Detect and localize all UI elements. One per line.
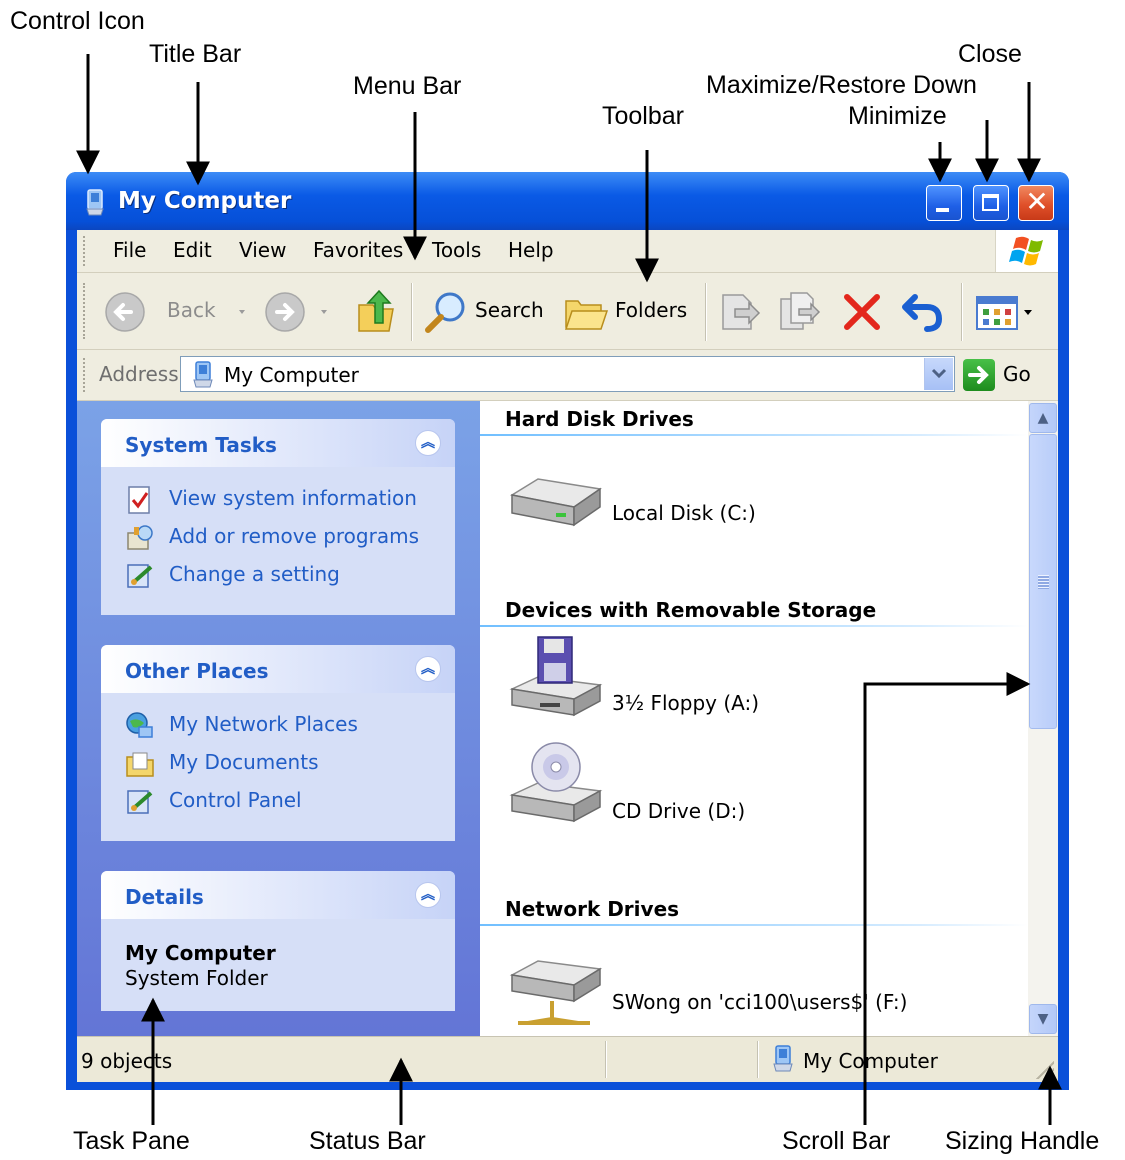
arrow-scroll-bar <box>863 672 1031 1125</box>
callout-arrows <box>76 54 1062 1125</box>
